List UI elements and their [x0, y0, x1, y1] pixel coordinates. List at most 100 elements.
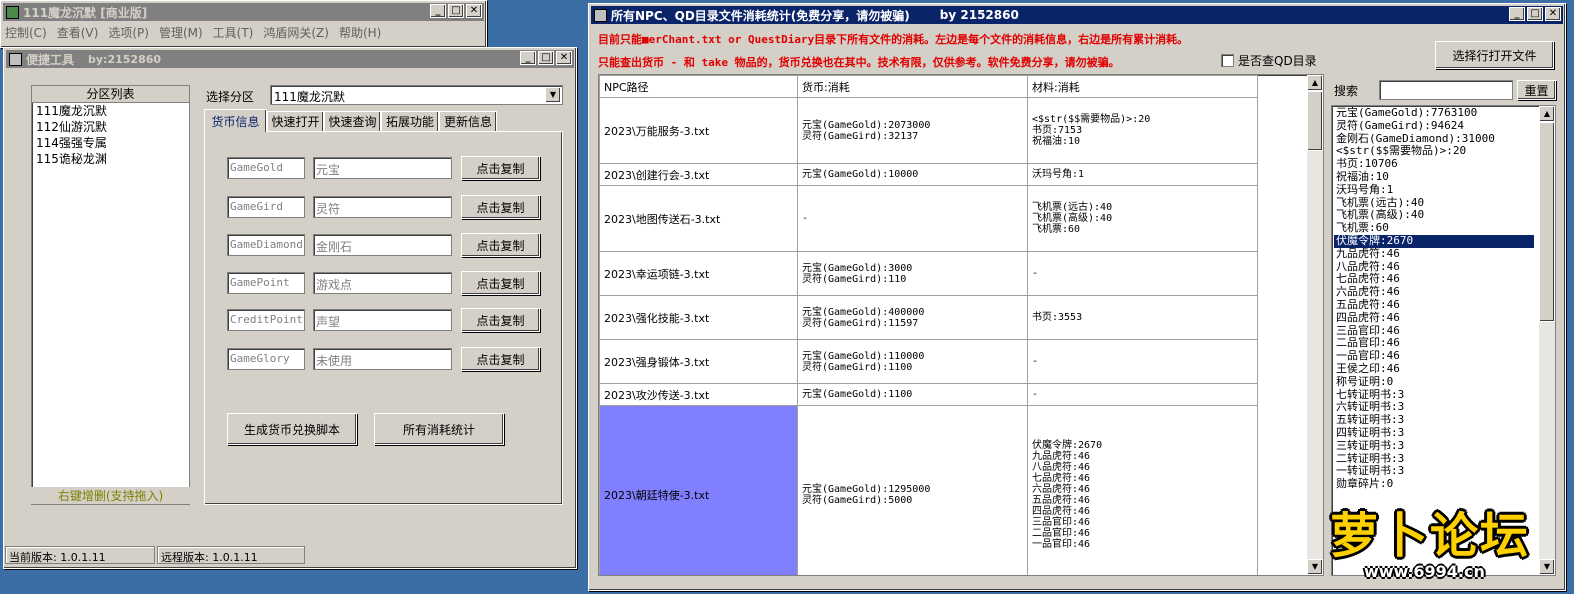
copy-button[interactable]: 点击复制	[461, 195, 540, 219]
open-file-button[interactable]: 选择行打开文件	[1435, 41, 1554, 69]
scroll-up-arrow-icon[interactable]: ▲	[1307, 75, 1323, 91]
tab-update-info[interactable]: 更新信息	[439, 111, 497, 131]
scroll-thumb[interactable]	[1307, 91, 1323, 151]
cell-currency: 元宝(GameGold):1295000 灵符(GameGird):5000	[797, 405, 1028, 575]
menu-help[interactable]: 帮助(H)	[339, 24, 381, 41]
partition-item[interactable]: 112仙游沉默	[32, 119, 189, 135]
menu-manage[interactable]: 管理(M)	[159, 24, 203, 41]
tab-currency-info[interactable]: 货币信息	[204, 109, 267, 132]
totals-list-item[interactable]: 五品虎符:46	[1334, 298, 1534, 312]
tab-extensions[interactable]: 拓展功能	[381, 111, 439, 131]
menu-view[interactable]: 查看(V)	[57, 24, 99, 41]
reset-button[interactable]: 重置	[1517, 80, 1556, 100]
main-app-window: 111魔龙沉默 [商业版] _ □ ✕ 控制(C) 查看(V) 选项(P) 管理…	[0, 0, 487, 48]
table-row[interactable]: 2023\强化技能-3.txt 元宝(GameGold):400000 灵符(Gam…	[599, 295, 1258, 340]
partition-item[interactable]: 114强强专属	[32, 135, 189, 151]
cell-path: 2023\创建行会-3.txt	[599, 163, 798, 186]
col-header-currency[interactable]: 货币:消耗	[797, 75, 1028, 98]
col-header-material[interactable]: 材料:消耗	[1027, 75, 1258, 98]
totals-list-item[interactable]: 王侯之印:46	[1334, 362, 1534, 376]
material-line: 四品虎符:46	[1032, 505, 1091, 517]
menu-options[interactable]: 选项(P)	[108, 24, 149, 41]
copy-button[interactable]: 点击复制	[461, 308, 540, 332]
tool-maximize-button[interactable]: □	[538, 51, 554, 65]
currency-name-field[interactable]: 未使用	[313, 348, 452, 370]
currency-name-field[interactable]: 灵符	[313, 196, 452, 218]
cell-currency: 元宝(GameGold):10000	[797, 163, 1028, 186]
totals-list-item[interactable]: 元宝(GameGold):7763100	[1334, 106, 1534, 120]
currency-name-field[interactable]: 声望	[313, 309, 452, 331]
menu-tools[interactable]: 工具(T)	[213, 24, 254, 41]
material-line: 书页:3553	[1032, 312, 1083, 323]
partition-select[interactable]: 111魔龙沉默 ▼	[270, 85, 563, 105]
totals-list-item[interactable]: 祝福油:10	[1334, 170, 1534, 184]
table-row[interactable]: 2023\万能服务-3.txt 元宝(GameGold):2073000 灵符(Ga…	[599, 97, 1258, 164]
table-row[interactable]: 2023\强身锻体-3.txt 元宝(GameGold):110000 灵符(Gam…	[599, 339, 1258, 384]
currency-key-field[interactable]: GameGird	[227, 196, 305, 218]
tab-quick-query[interactable]: 快速查询	[324, 111, 381, 131]
qd-checkbox[interactable]	[1221, 54, 1234, 67]
table-row[interactable]: 2023\幸运项链-3.txt 元宝(GameGold):3000 灵符(GameG…	[599, 251, 1258, 296]
totals-list-item[interactable]: 灵符(GameGird):94624	[1334, 119, 1534, 133]
table-row[interactable]: 2023\地图传送石-3.txt - 飞机票(远古):40 飞机票(高级):40 飞机票…	[599, 185, 1258, 252]
cell-currency: 元宝(GameGold):400000 灵符(GameGird):11597	[797, 295, 1028, 340]
partition-item[interactable]: 111魔龙沉默	[32, 103, 189, 119]
totals-list-item[interactable]: 三转证明书:3	[1334, 439, 1534, 453]
col-header-path[interactable]: NPC路径	[599, 75, 798, 98]
scroll-down-arrow-icon[interactable]: ▼	[1307, 559, 1323, 575]
material-line: 伏魔令牌:2670	[1032, 439, 1103, 451]
maximize-button[interactable]: □	[448, 4, 464, 18]
currency-key-field[interactable]: GameDiamond	[227, 234, 305, 256]
copy-button[interactable]: 点击复制	[461, 271, 540, 295]
totals-list-item[interactable]: 四品虎符:46	[1334, 311, 1534, 325]
menu-control[interactable]: 控制(C)	[5, 24, 47, 41]
currency-key-field[interactable]: CreditPoint	[227, 309, 305, 331]
copy-button[interactable]: 点击复制	[461, 156, 540, 180]
currency-name-field[interactable]: 元宝	[313, 157, 452, 179]
totals-list-item[interactable]: 沃玛号角:1	[1334, 183, 1534, 197]
totals-list-item[interactable]: 四转证明书:3	[1334, 426, 1534, 440]
totals-list-item[interactable]: 勋章碎片:0	[1334, 477, 1534, 491]
copy-button[interactable]: 点击复制	[461, 233, 540, 257]
currency-key-field[interactable]: GamePoint	[227, 272, 305, 294]
totals-list-item[interactable]: 伏魔令牌:2670	[1334, 234, 1534, 248]
partition-list[interactable]: 分区列表 111魔龙沉默 112仙游沉默 114强强专属 115诡秘龙渊	[31, 85, 190, 505]
totals-scroll-thumb[interactable]	[1539, 122, 1555, 322]
material-line: 三品官印:46	[1032, 516, 1091, 528]
all-stats-button[interactable]: 所有消耗统计	[374, 413, 504, 445]
totals-items: 元宝(GameGold):7763100 灵符(GameGird):94624 金刚…	[1334, 106, 1534, 491]
menu-gateway[interactable]: 鸿盾网关(Z)	[263, 24, 329, 41]
tool-titlebar[interactable]: 便捷工具 by:2152860 _ □ ✕	[6, 50, 574, 68]
stats-titlebar[interactable]: 所有NPC、QD目录文件消耗统计(免费分享，请勿被骗) by 2152860 _…	[591, 6, 1563, 24]
cell-material: -	[1027, 339, 1258, 384]
tab-quick-open[interactable]: 快速打开	[267, 111, 324, 131]
table-row[interactable]: 2023\创建行会-3.txt 元宝(GameGold):10000 沃玛号角:1	[599, 163, 1258, 186]
table-row[interactable]: 2023\攻沙传送-3.txt 元宝(GameGold):1100 -	[599, 383, 1258, 406]
totals-list-item[interactable]: 五转证明书:3	[1334, 413, 1534, 427]
close-button[interactable]: ✕	[466, 4, 482, 18]
tool-minimize-button[interactable]: _	[520, 51, 536, 65]
table-row[interactable]: 2023\朝廷特使-3.txt 元宝(GameGold):1295000 灵符(Ga…	[599, 405, 1258, 575]
partition-item[interactable]: 115诡秘龙渊	[32, 151, 189, 167]
copy-button[interactable]: 点击复制	[461, 347, 540, 371]
material-line: -	[1032, 356, 1039, 367]
search-input[interactable]	[1379, 80, 1513, 100]
main-app-titlebar[interactable]: 111魔龙沉默 [商业版] _ □ ✕	[3, 3, 484, 21]
cell-currency: 元宝(GameGold):110000 灵符(GameGird):1100	[797, 339, 1028, 384]
totals-scroll-up-icon[interactable]: ▲	[1539, 106, 1555, 122]
tool-close-button[interactable]: ✕	[556, 51, 572, 65]
qd-checkbox-label[interactable]: 是否查QD目录	[1238, 52, 1317, 69]
minimize-button[interactable]: _	[430, 4, 446, 18]
stats-maximize-button[interactable]: □	[1527, 7, 1543, 21]
stats-table-scrollbar[interactable]: ▲ ▼	[1307, 75, 1323, 575]
currency-name-field[interactable]: 金刚石	[313, 234, 452, 256]
currency-name-field[interactable]: 游戏点	[313, 272, 452, 294]
totals-list-item[interactable]: 九品虎符:46	[1334, 247, 1534, 261]
chevron-down-icon[interactable]: ▼	[545, 87, 561, 103]
currency-key-field[interactable]: GameGlory	[227, 348, 305, 370]
stats-close-button[interactable]: ✕	[1545, 7, 1561, 21]
generate-script-button[interactable]: 生成货币兑换脚本	[227, 413, 357, 445]
stats-minimize-button[interactable]: _	[1509, 7, 1525, 21]
totals-list-item[interactable]: 称号证明:0	[1334, 375, 1534, 389]
currency-key-field[interactable]: GameGold	[227, 157, 305, 179]
